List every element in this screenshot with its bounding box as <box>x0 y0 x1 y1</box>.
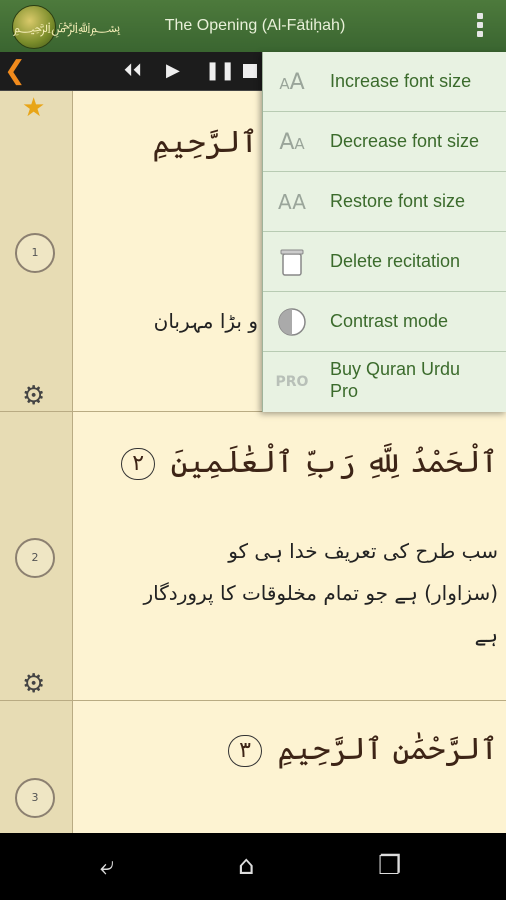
page-title: The Opening (Al-Fātiḥah) <box>164 17 346 34</box>
gear-icon[interactable]: ⚙ <box>22 382 45 410</box>
pro-icon: PRO <box>275 374 309 390</box>
verse-number-badge: 1 <box>15 233 55 273</box>
trash-icon <box>275 247 309 277</box>
verse-number-badge: 3 <box>15 778 55 818</box>
verse-arabic: ٱلرَّحْمَٰنِ ٱلرَّحِيمِ ٣ <box>222 732 498 767</box>
contrast-icon <box>275 307 309 337</box>
ayah-marker: ٣ <box>228 735 262 767</box>
verse-divider <box>0 700 506 701</box>
verse-translation: سب طرح کی تعریف خدا ہی کو (سزاوار) ہے جو… <box>143 539 498 647</box>
star-icon[interactable]: ★ <box>22 94 45 122</box>
ayah-marker: ٢ <box>121 448 156 480</box>
system-nav-bar: ⤶ ⌂ ❐ <box>0 833 506 900</box>
home-nav-icon[interactable]: ⌂ <box>238 851 255 881</box>
increase-font-icon: AA <box>279 70 305 95</box>
verse-sidebar <box>0 91 73 833</box>
menu-item-restore-font[interactable]: AA Restore font size <box>263 172 506 232</box>
rewind-icon[interactable]: ⏴⏴ <box>124 59 142 83</box>
pause-icon[interactable]: ❚❚ <box>205 59 235 83</box>
overflow-menu-icon[interactable] <box>474 10 486 42</box>
menu-item-buy-pro[interactable]: PRO Buy Quran Urdu Pro <box>263 352 506 411</box>
menu-item-delete-recitation[interactable]: Delete recitation <box>263 232 506 292</box>
menu-item-decrease-font[interactable]: AA Decrease font size <box>263 112 506 172</box>
decrease-font-icon: AA <box>279 130 305 155</box>
verse-arabic: ٱلْحَمْدُ لِلَّهِ رَبِّ ٱلْعَٰلَمِينَ ٢ <box>115 445 498 480</box>
chevron-left-icon[interactable]: ❮ <box>4 56 26 86</box>
gear-icon[interactable]: ⚙ <box>22 670 45 698</box>
verse-number-badge: 2 <box>15 538 55 578</box>
quran-logo-icon[interactable]: ﷽ <box>12 5 120 49</box>
play-icon[interactable]: ▶ <box>166 59 180 83</box>
back-nav-icon[interactable]: ⤶ <box>100 851 115 881</box>
verse-translation: و بڑا مہربان <box>153 309 258 333</box>
restore-font-icon: AA <box>278 190 306 214</box>
overflow-menu: AA Increase font size AA Decrease font s… <box>262 52 506 412</box>
menu-item-increase-font[interactable]: AA Increase font size <box>263 52 506 112</box>
verse-arabic: ٱلرَّحِيمِ <box>152 125 258 160</box>
action-bar: ﷽ The Opening (Al-Fātiḥah) <box>0 0 506 52</box>
recents-nav-icon[interactable]: ❐ <box>378 851 401 881</box>
stop-icon[interactable] <box>243 64 257 78</box>
menu-item-contrast-mode[interactable]: Contrast mode <box>263 292 506 352</box>
